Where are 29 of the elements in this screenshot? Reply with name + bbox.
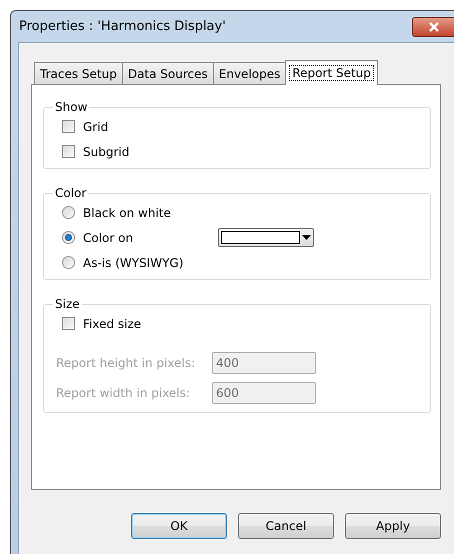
field-label: Report width in pixels: (56, 386, 191, 400)
close-icon (428, 22, 440, 32)
radio-label[interactable]: As-is (WYSIWYG) (83, 256, 184, 270)
tab[interactable]: Data Sources (122, 62, 214, 84)
tab[interactable]: Report Setup (285, 60, 378, 85)
checkbox-label[interactable]: Grid (83, 120, 108, 134)
group-title: Show (54, 100, 88, 114)
radio-label[interactable]: Black on white (83, 206, 171, 220)
checkbox-label[interactable]: Subgrid (83, 144, 130, 158)
close-button[interactable] (412, 16, 454, 36)
radio-button[interactable] (62, 206, 75, 219)
group-title: Color (54, 186, 88, 200)
radio-button[interactable] (62, 256, 75, 269)
radio-button[interactable] (62, 231, 75, 244)
group-title: Size (54, 297, 81, 311)
dialog-button[interactable]: OK (131, 513, 227, 539)
dialog-button[interactable]: Apply (345, 513, 441, 539)
tab[interactable]: Traces Setup (34, 62, 123, 84)
dropdown-arrow-icon (302, 235, 311, 240)
dialog-button[interactable]: Cancel (238, 513, 334, 539)
checkbox-label[interactable]: Fixed size (83, 316, 142, 330)
field-label: Report height in pixels: (56, 356, 196, 370)
radio-label[interactable]: Color on (83, 230, 134, 244)
color-dropdown[interactable] (218, 228, 314, 247)
tab[interactable]: Envelopes (212, 62, 286, 84)
checkbox[interactable] (62, 120, 75, 133)
checkbox[interactable] (62, 145, 75, 158)
window-title: Properties : 'Harmonics Display' (19, 19, 226, 34)
checkbox[interactable] (62, 317, 75, 330)
